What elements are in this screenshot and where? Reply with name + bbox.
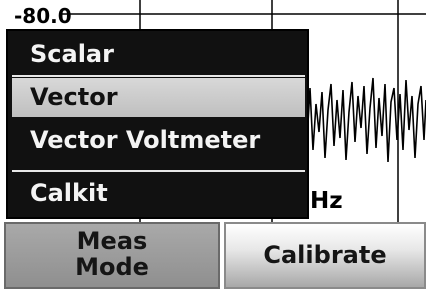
calibrate-softkey[interactable]: Calibrate: [224, 222, 426, 289]
meas-mode-label-line2: Mode: [75, 253, 149, 281]
noise-trace: [299, 77, 426, 163]
menu-item-scalar[interactable]: Scalar: [12, 35, 305, 74]
frequency-unit-label: Hz: [310, 188, 343, 214]
meas-mode-menu: Scalar Vector Vector Voltmeter Calkit: [6, 29, 309, 219]
meas-mode-label-line1: Meas: [76, 227, 148, 255]
menu-separator: [12, 75, 305, 77]
calibrate-label: Calibrate: [263, 241, 387, 269]
menu-item-vector-voltmeter[interactable]: Vector Voltmeter: [12, 121, 305, 160]
instrument-screen: -80.0 Hz Scalar Vector Vector Voltmeter …: [0, 0, 426, 289]
menu-item-vector[interactable]: Vector: [12, 78, 305, 117]
scale-label: -80.0: [14, 4, 72, 28]
menu-separator: [12, 170, 305, 172]
menu-item-calkit[interactable]: Calkit: [12, 174, 305, 213]
softkey-bar: Meas Mode Calibrate: [0, 222, 426, 289]
meas-mode-softkey[interactable]: Meas Mode: [4, 222, 220, 289]
